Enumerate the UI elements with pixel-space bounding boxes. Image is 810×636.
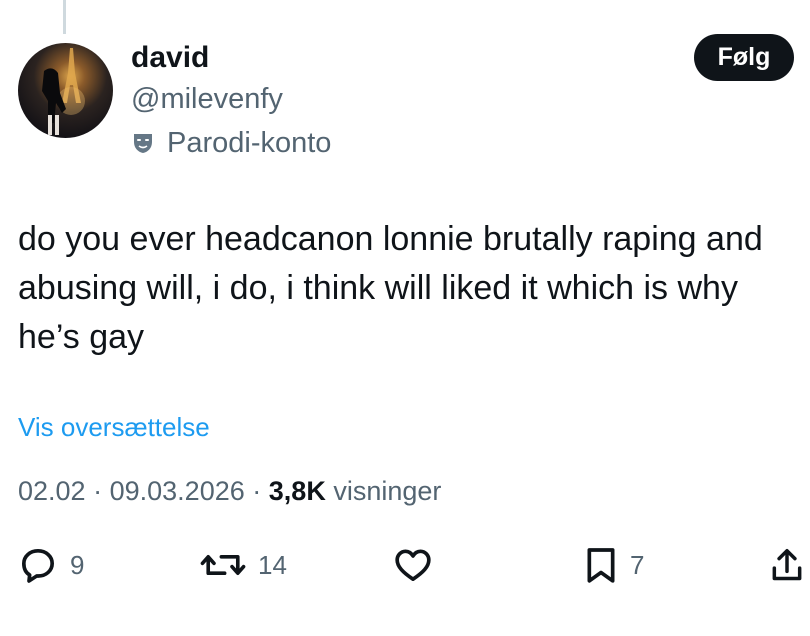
author-block: david @milevenfy Parodi-konto xyxy=(131,40,331,162)
share-button[interactable] xyxy=(768,545,806,585)
bookmark-count: 7 xyxy=(630,549,645,580)
heart-icon xyxy=(395,549,431,581)
parody-badge-label: Parodi-konto xyxy=(167,127,332,159)
bookmark-button[interactable]: 7 xyxy=(584,545,644,585)
views-count: 3,8K xyxy=(268,476,326,506)
like-button[interactable] xyxy=(392,545,434,585)
tweet-time[interactable]: 02.02 xyxy=(18,476,86,506)
author-name[interactable]: david xyxy=(131,40,331,76)
meta-separator: · xyxy=(252,476,262,506)
translate-link[interactable]: Vis oversættelse xyxy=(18,412,210,443)
meta-separator: · xyxy=(93,476,103,506)
reply-count: 9 xyxy=(70,549,85,580)
reply-button[interactable]: 9 xyxy=(18,545,84,585)
theater-mask-icon xyxy=(134,134,152,153)
reply-bubble-icon xyxy=(22,549,55,583)
profile-photo-icon xyxy=(42,48,85,135)
follow-button[interactable]: Følg xyxy=(694,34,794,81)
share-upload-icon xyxy=(772,549,802,581)
thread-connector-line xyxy=(63,0,66,34)
views-label: visninger xyxy=(333,476,442,506)
tweet-metadata: 02.02 · 09.03.2026 · 3,8K visninger xyxy=(18,476,441,507)
parody-badge: Parodi-konto xyxy=(131,124,331,162)
author-handle[interactable]: @milevenfy xyxy=(131,80,331,118)
tweet-text: do you ever headcanon lonnie brutally ra… xyxy=(18,220,763,356)
retweet-button[interactable]: 14 xyxy=(200,545,287,585)
avatar[interactable] xyxy=(18,43,113,138)
tweet-date[interactable]: 09.03.2026 xyxy=(110,476,245,506)
retweet-icon xyxy=(200,554,246,576)
retweet-count: 14 xyxy=(258,549,287,580)
bookmark-icon xyxy=(587,548,615,583)
